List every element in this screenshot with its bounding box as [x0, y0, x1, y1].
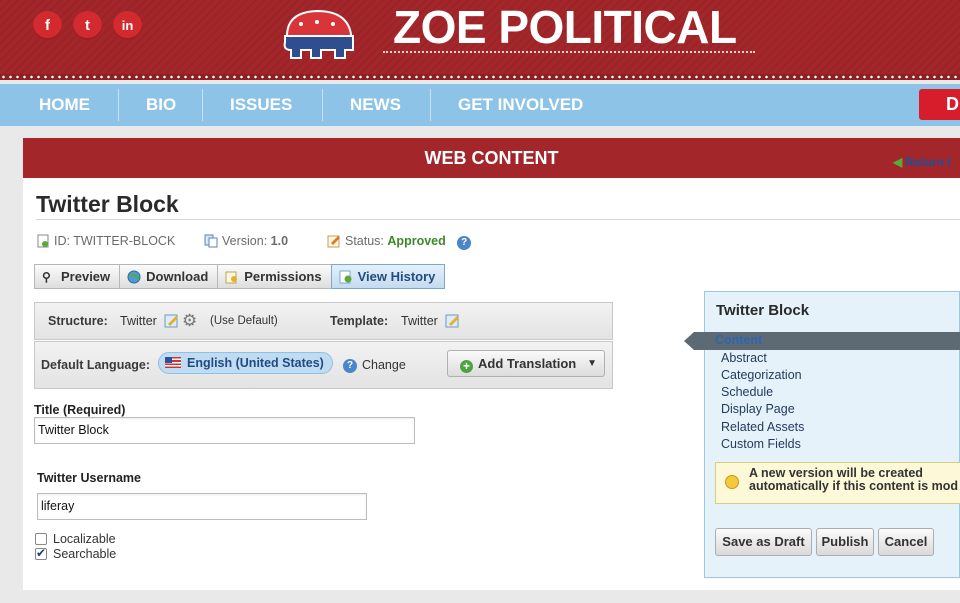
localizable-checkbox[interactable]: Localizable — [35, 532, 116, 546]
tab-permissions[interactable]: Permissions — [217, 264, 332, 289]
template-value: Twitter — [401, 314, 438, 328]
id-text: ID: TWITTER-BLOCK — [54, 234, 176, 248]
brand-underline — [383, 51, 755, 53]
searchable-label: Searchable — [53, 547, 117, 561]
nav-divider — [322, 89, 323, 121]
twitter-icon[interactable]: t — [73, 11, 102, 40]
language-panel: Default Language: English (United States… — [34, 341, 613, 389]
edit-template-icon[interactable] — [445, 313, 460, 328]
copies-icon — [204, 234, 218, 248]
title-divider — [36, 219, 960, 220]
lightbulb-icon — [725, 475, 739, 489]
edit-note-icon — [327, 235, 340, 248]
help-icon[interactable]: ? — [343, 359, 357, 373]
return-link-label: Return t — [905, 155, 952, 169]
sidebar-item-display-page[interactable]: Display Page — [721, 402, 795, 416]
web-content-heading: WEB CONTENT — [424, 148, 559, 168]
title-input[interactable]: Twitter Block — [34, 417, 415, 444]
localizable-label: Localizable — [53, 532, 116, 546]
dropdown-arrow-icon: ▼ — [587, 358, 597, 369]
document-icon — [37, 234, 49, 248]
facebook-icon[interactable]: f — [33, 11, 62, 40]
status-badge: Approved — [387, 234, 446, 248]
history-icon — [339, 270, 352, 283]
save-as-draft-button[interactable]: Save as Draft — [715, 528, 812, 556]
sidebar-title: Twitter Block — [716, 302, 810, 319]
language-selector[interactable]: English (United States) — [158, 352, 333, 374]
publish-button[interactable]: Publish — [816, 528, 874, 556]
plus-icon: + — [460, 360, 473, 373]
site-brand[interactable]: ZOE POLITICAL — [393, 0, 737, 54]
tab-preview-label: Preview — [61, 269, 111, 284]
sidebar-item-custom-fields[interactable]: Custom Fields — [721, 437, 801, 451]
web-content-title-bar: WEB CONTENT ◀ Return t — [23, 138, 960, 178]
nav-item-get-involved[interactable]: GET INVOLVED — [458, 84, 583, 126]
nav-item-news[interactable]: NEWS — [350, 84, 401, 126]
tab-preview[interactable]: ⚲ Preview — [34, 264, 121, 289]
linkedin-icon[interactable]: in — [113, 11, 142, 40]
nav-item-issues[interactable]: ISSUES — [230, 84, 292, 126]
version-notice: A new version will be created automatica… — [715, 462, 960, 504]
change-language-link[interactable]: Change — [362, 358, 406, 372]
globe-icon — [127, 270, 141, 283]
sidebar-item-content-label: Content — [715, 333, 763, 347]
id-info: ID: TWITTER-BLOCK — [36, 234, 175, 248]
elephant-logo-icon — [283, 9, 354, 59]
sidebar-item-abstract[interactable]: Abstract — [721, 351, 767, 365]
gear-icon[interactable]: ⚙ — [182, 311, 197, 331]
structure-panel: Structure: Twitter ⚙ (Use Default) Templ… — [34, 302, 613, 340]
tab-view-history-label: View History — [357, 269, 436, 284]
structure-value: Twitter — [120, 314, 157, 328]
localizable-checkbox-box[interactable] — [35, 533, 47, 545]
nav-item-home[interactable]: HOME — [39, 84, 90, 126]
username-field-label: Twitter Username — [37, 471, 141, 485]
action-tabs: ⚲ Preview Download Permissions View Histo… — [34, 264, 446, 289]
status-info: Status: Approved ? — [327, 234, 472, 250]
nav-divider — [118, 89, 119, 121]
tab-download[interactable]: Download — [119, 264, 219, 289]
cancel-button[interactable]: Cancel — [878, 528, 934, 556]
donate-button[interactable]: D — [919, 89, 960, 120]
version-value: 1.0 — [270, 234, 289, 248]
version-label: Version: — [222, 234, 268, 248]
us-flag-icon — [165, 357, 181, 368]
content-sidebar: Twitter Block Content Abstract Categoriz… — [694, 291, 960, 578]
tab-download-label: Download — [146, 269, 209, 284]
username-input[interactable]: liferay — [37, 493, 367, 520]
sidebar-item-categorization[interactable]: Categorization — [721, 368, 802, 382]
arrow-left-icon: ◀ — [893, 155, 903, 169]
sidebar-item-content[interactable]: Content — [694, 332, 960, 350]
searchable-checkbox-box[interactable] — [35, 546, 47, 560]
page-title: Twitter Block — [36, 191, 179, 217]
help-icon[interactable]: ? — [457, 236, 472, 250]
default-language-label: Default Language: — [41, 358, 151, 372]
web-content-panel: WEB CONTENT ◀ Return t Twitter Block ID: … — [23, 138, 960, 590]
edit-structure-icon[interactable] — [164, 313, 179, 328]
status-label: Status: — [345, 234, 384, 248]
header-divider — [0, 74, 960, 80]
nav-divider — [202, 89, 203, 121]
use-default-link[interactable]: (Use Default) — [210, 315, 278, 327]
template-label: Template: — [330, 314, 389, 328]
main-nav: HOME BIO ISSUES NEWS GET INVOLVED D — [0, 84, 960, 126]
version-info: Version: 1.0 — [204, 234, 288, 248]
searchable-checkbox[interactable]: Searchable — [35, 546, 117, 561]
sidebar-item-related-assets[interactable]: Related Assets — [721, 420, 804, 434]
sidebar-item-schedule[interactable]: Schedule — [721, 385, 773, 399]
notice-line-2: automatically if this content is mod — [749, 479, 959, 493]
tab-permissions-label: Permissions — [244, 269, 322, 284]
nav-item-bio[interactable]: BIO — [146, 84, 176, 126]
language-value: English (United States) — [187, 356, 324, 370]
add-translation-button[interactable]: + Add Translation ▼ — [447, 350, 605, 377]
structure-label: Structure: — [48, 314, 108, 328]
nav-divider — [430, 89, 431, 121]
key-icon — [225, 271, 238, 283]
add-translation-label: Add Translation — [478, 356, 577, 371]
return-link[interactable]: ◀ Return t — [893, 142, 951, 182]
binoculars-icon: ⚲ — [42, 269, 51, 284]
title-field-label: Title (Required) — [34, 403, 126, 417]
tab-view-history[interactable]: View History — [330, 264, 446, 289]
